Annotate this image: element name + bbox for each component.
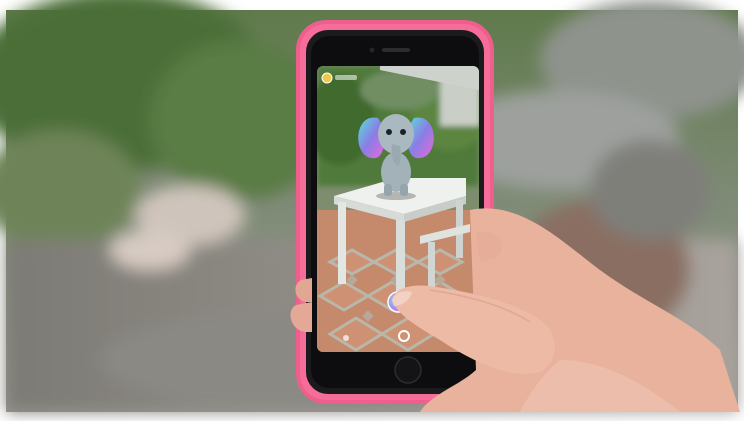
photo-scene (0, 0, 744, 421)
profile-icon[interactable] (321, 72, 333, 84)
home-button[interactable] (394, 356, 422, 384)
